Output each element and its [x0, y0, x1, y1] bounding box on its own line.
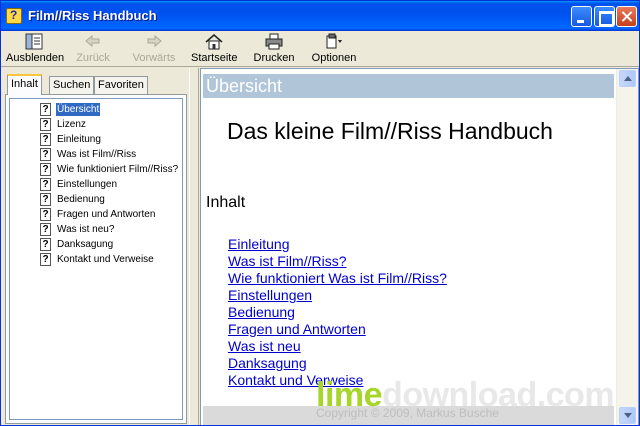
help-topic-icon: ?: [40, 193, 51, 206]
hide-pane-icon: [25, 33, 43, 50]
tree-item-label: Was ist neu?: [57, 224, 115, 235]
link-how-it-works[interactable]: Wie funktioniert Was ist Film//Riss?: [228, 270, 447, 287]
home-label: Startseite: [191, 52, 238, 64]
tree-item-label: Übersicht: [54, 102, 102, 117]
home-icon: [205, 34, 223, 50]
window-title: Film//Riss Handbuch: [28, 8, 157, 23]
arrow-left-icon: [85, 34, 100, 48]
link-faq[interactable]: Fragen und Antworten: [228, 321, 447, 338]
arrow-right-icon: [147, 34, 162, 48]
hide-button[interactable]: Ausblenden: [6, 33, 65, 65]
help-topic-icon: ?: [40, 103, 51, 116]
page-title: Das kleine Film//Riss Handbuch: [227, 118, 553, 144]
forward-label: Vorwärts: [132, 52, 176, 64]
print-button[interactable]: Drucken: [252, 33, 296, 65]
close-button[interactable]: [616, 6, 637, 27]
forward-button[interactable]: Vorwärts: [131, 33, 177, 65]
copyright-text: Copyright © 2009, Markus Busche: [316, 406, 499, 420]
tree-item-label: Lizenz: [57, 119, 86, 130]
tree-item-label: Einleitung: [57, 134, 101, 145]
back-button[interactable]: Zurück: [73, 33, 113, 65]
scroll-up-button[interactable]: [619, 70, 636, 87]
printer-icon: [265, 33, 283, 50]
scroll-down-button[interactable]: [619, 407, 636, 424]
link-usage[interactable]: Bedienung: [228, 304, 447, 321]
topic-header: Übersicht: [203, 74, 614, 98]
options-icon: [326, 33, 342, 49]
help-app-icon: [6, 8, 22, 24]
contents-tree[interactable]: ? Übersicht ? Lizenz ? Einleitung ? Was ist …: [9, 98, 183, 420]
section-heading: Inhalt: [206, 194, 246, 211]
tab-favorites[interactable]: Favoriten: [94, 76, 148, 94]
toolbar: Ausblenden Zurück Vorwärts Startseite Dr…: [1, 31, 639, 67]
contents-panel: ? Übersicht ? Lizenz ? Einleitung ? Was ist …: [5, 94, 187, 424]
tab-search[interactable]: Suchen: [49, 76, 95, 94]
contents-links: Einleitung Was ist Film//Riss? Wie funkt…: [228, 236, 447, 389]
link-acknowledgements[interactable]: Danksagung: [228, 355, 447, 372]
tree-item-label: Wie funktioniert Film//Riss?: [57, 164, 179, 175]
options-button[interactable]: Optionen: [311, 33, 357, 65]
help-topic-icon: ?: [40, 238, 51, 251]
tree-item-label: Was ist Film//Riss: [57, 149, 137, 160]
tree-item-label: Fragen und Antworten: [57, 209, 156, 220]
maximize-button[interactable]: [594, 6, 615, 27]
link-contact[interactable]: Kontakt und Verweise: [228, 372, 447, 389]
tree-item-label: Einstellungen: [57, 179, 118, 190]
vertical-scrollbar[interactable]: [616, 69, 638, 425]
minimize-button[interactable]: [571, 6, 592, 27]
navigation-pane: Inhalt Suchen Favoriten ? Übersicht ? Lize…: [1, 68, 189, 425]
options-label: Optionen: [311, 52, 357, 64]
link-introduction[interactable]: Einleitung: [228, 236, 447, 253]
hide-label: Ausblenden: [6, 52, 65, 64]
tab-contents[interactable]: Inhalt: [7, 74, 42, 95]
tree-item-label: Kontakt und Verweise: [57, 254, 154, 265]
help-topic-icon: ?: [40, 223, 51, 236]
link-what-is[interactable]: Was ist Film//Riss?: [228, 253, 447, 270]
back-label: Zurück: [76, 52, 110, 64]
help-topic-icon: ?: [40, 133, 51, 146]
topic-content: Übersicht Das kleine Film//Riss Handbuch…: [200, 68, 639, 425]
help-topic-icon: ?: [40, 208, 51, 221]
title-bar[interactable]: Film//Riss Handbuch: [1, 1, 639, 31]
help-window: Film//Riss Handbuch Ausblenden Zurück Vo…: [0, 0, 640, 426]
tree-item-label: Bedienung: [57, 194, 105, 205]
help-topic-icon: ?: [40, 118, 51, 131]
help-topic-icon: ?: [40, 163, 51, 176]
print-label: Drucken: [253, 52, 295, 64]
link-whats-new[interactable]: Was ist neu: [228, 338, 447, 355]
help-topic-icon: ?: [40, 178, 51, 191]
tree-item-label: Danksagung: [57, 239, 114, 250]
help-topic-icon: ?: [40, 253, 51, 266]
pane-splitter[interactable]: [189, 68, 199, 425]
help-topic-icon: ?: [40, 148, 51, 161]
home-button[interactable]: Startseite: [191, 33, 237, 65]
link-settings[interactable]: Einstellungen: [228, 287, 447, 304]
